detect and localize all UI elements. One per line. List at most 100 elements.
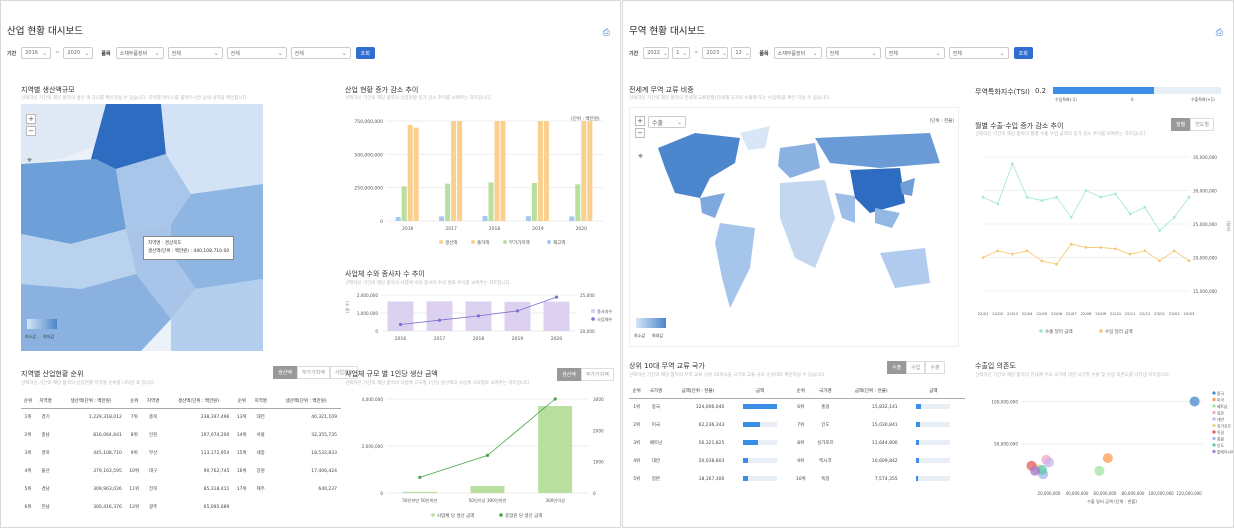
world-location-icon[interactable]: ⌖ — [638, 152, 643, 162]
search-button[interactable]: 조회 — [355, 47, 375, 59]
category-select-3[interactable]: 전체 — [226, 47, 287, 59]
tsi-right-label: 수출특화(+1) — [1191, 97, 1215, 102]
trade-category-label: 품목 — [759, 50, 769, 57]
tsi-title: 무역특화지수(TSI) — [975, 88, 1030, 96]
tab-import[interactable]: 수입 — [906, 361, 926, 374]
legend-marker — [547, 240, 551, 244]
top10-cell: 싱가포르 — [817, 441, 834, 446]
from-year-select[interactable]: 2022 — [643, 47, 670, 59]
bar-재고액 — [569, 216, 575, 221]
category-select-1[interactable]: 소재부품장비 — [115, 47, 164, 59]
bar-per-business — [402, 491, 437, 493]
ranking-cell: 전남 — [41, 505, 50, 510]
trade-category-select-4[interactable]: 전체 — [948, 47, 1009, 59]
ranking-cell: 3위 — [24, 451, 32, 456]
top10-cell: 62,236,343 — [698, 422, 725, 428]
ranking-cell: 10위 — [129, 469, 140, 474]
ranking-header: 생산액(단위 : 백만원) — [56, 394, 126, 409]
x-tick-label: 120,000,000 — [1176, 491, 1202, 496]
tab-production[interactable]: 생산액 — [273, 366, 297, 379]
amount-bar — [916, 476, 919, 481]
table-row[interactable]: 4위 대만 20,038,803 9위 멕시코 10,609,842 — [629, 452, 965, 470]
country-india[interactable] — [835, 193, 855, 223]
point-businesses — [476, 314, 481, 318]
legend-marker — [1039, 329, 1043, 333]
x-tick-label: 22/07 — [1066, 311, 1078, 316]
country-russia[interactable] — [815, 133, 940, 168]
tab-value-added[interactable]: 부가가치액 — [296, 366, 330, 379]
legend-label: 대만 — [1217, 417, 1224, 422]
table-row[interactable]: 1위 중국 124,006,040 6위 홍콩 15,832,141 — [629, 398, 965, 416]
to-month-select[interactable]: 12 — [731, 47, 752, 59]
y-tick-label: 500,000,000 — [354, 152, 383, 158]
y-tick-label: 2,000,000 — [362, 444, 384, 449]
bar-재고액 — [482, 215, 488, 221]
zoom-out-button[interactable]: − — [26, 126, 36, 136]
regional-map[interactable]: + − ⌖ 지역명 : 경상북도 생산액(단위 : 백만원) : 440,108… — [21, 104, 263, 351]
top10-bar-cell — [728, 470, 791, 488]
country-australia[interactable] — [880, 248, 930, 288]
map-tooltip: 지역명 : 경상북도 생산액(단위 : 백만원) : 440,108,710.0… — [143, 236, 235, 260]
trade-print-icon[interactable]: ⎙ — [1216, 28, 1223, 38]
from-month-select[interactable]: 1 — [672, 47, 691, 59]
ranking-cell: 816,064,641 — [93, 432, 122, 438]
bar-workers — [426, 301, 453, 331]
legend-min: 최소값 — [25, 334, 37, 339]
tab-scale-value-added[interactable]: 부가가치액 — [580, 368, 614, 381]
category-select-2[interactable]: 전체 — [167, 47, 223, 59]
table-row[interactable]: 2위 충남 816,064,641 8위 인천 197,074,200 14위 서울 32,35… — [21, 426, 341, 444]
trade-mode-select[interactable]: 수출 — [648, 116, 686, 128]
tab-scale-production[interactable]: 생산액 — [557, 368, 581, 381]
country-north-america[interactable] — [658, 133, 740, 198]
point-수입 달러 금액 — [1158, 259, 1161, 263]
table-row[interactable]: 1위 경기 1,229,318,012 7위 충북 238,397,496 13위 대전 40,… — [21, 408, 341, 426]
top10-bar-cell — [902, 434, 965, 452]
print-icon[interactable]: ⎙ — [603, 28, 610, 38]
world-zoom-in[interactable]: + — [635, 116, 645, 126]
trade-category-select-3[interactable]: 전체 — [884, 47, 945, 59]
x-tick-label: 2019 — [512, 336, 524, 342]
workers-chart: 0 1,000,000 2,000,000 20,000 25,000 (명 수) 2016… — [344, 293, 613, 342]
country-south-america[interactable] — [715, 223, 755, 308]
table-row[interactable]: 6위 전남 300,416,376 12위 광주 65,095,689 — [21, 498, 341, 516]
to-year-select[interactable]: 2023 — [702, 47, 729, 59]
amount-bar-track — [916, 422, 951, 427]
tab-export-2[interactable]: 수출 — [925, 361, 945, 374]
location-pin-icon[interactable]: ⌖ — [27, 156, 32, 166]
trade-category-select-1[interactable]: 소재부품장비 — [773, 47, 822, 59]
top10-bar-cell — [728, 452, 791, 470]
world-map[interactable]: + − 수출 ⌖ (단위 : 천불) 최소값 최대값 — [629, 107, 959, 347]
year-to-select[interactable]: 2020 — [63, 47, 94, 59]
table-row[interactable]: 5위 경남 309,963,026 11위 전북 85,318,411 17위 제주 640,2… — [21, 480, 341, 498]
world-legend-max: 최대값 — [652, 333, 664, 338]
country-mexico[interactable] — [700, 193, 725, 218]
year-from-select[interactable]: 2016 — [21, 47, 52, 59]
top10-cell: 3위 — [633, 441, 641, 446]
ranking-cell: 32,355,735 — [311, 432, 337, 438]
y-axis-label: (달러) — [1226, 221, 1232, 232]
table-row[interactable]: 2위 미국 62,236,343 7위 인도 15,030,841 — [629, 416, 965, 434]
amount-bar-track — [916, 404, 951, 410]
table-row[interactable]: 4위 울산 379,163,595 10위 대구 90,762,745 16위 강원 17,40… — [21, 462, 341, 480]
table-row[interactable]: 5위 일본 18,167,300 10위 독일 7,574,355 — [629, 470, 965, 488]
tab-yearly[interactable]: 연도별 — [1190, 118, 1215, 131]
zoom-in-button[interactable]: + — [26, 114, 36, 124]
country-southeast-asia[interactable] — [875, 208, 900, 228]
trade-category-select-2[interactable]: 전체 — [825, 47, 881, 59]
region-chungnam[interactable] — [21, 159, 126, 244]
country-china[interactable] — [850, 168, 905, 213]
table-row[interactable]: 3위 베트남 56,321,825 8위 싱가포르 11,644,800 — [629, 434, 965, 452]
tab-export[interactable]: 수출 — [887, 361, 907, 374]
category-select-4[interactable]: 전체 — [290, 47, 351, 59]
country-africa[interactable] — [780, 180, 835, 268]
country-europe[interactable] — [778, 143, 820, 178]
top10-cell: 중국 — [651, 405, 661, 411]
category-2-value: 전체 — [171, 50, 181, 57]
tab-monthly[interactable]: 월별 — [1171, 118, 1191, 131]
trade-search-button[interactable]: 조회 — [1013, 47, 1033, 59]
world-zoom-out[interactable]: − — [635, 128, 645, 138]
country-japan[interactable] — [900, 178, 915, 196]
country-greenland[interactable] — [740, 126, 770, 150]
world-countries — [658, 126, 940, 308]
table-row[interactable]: 3위 경북 445,108,710 9위 부산 113,172,954 15위 세종 18,53… — [21, 444, 341, 462]
